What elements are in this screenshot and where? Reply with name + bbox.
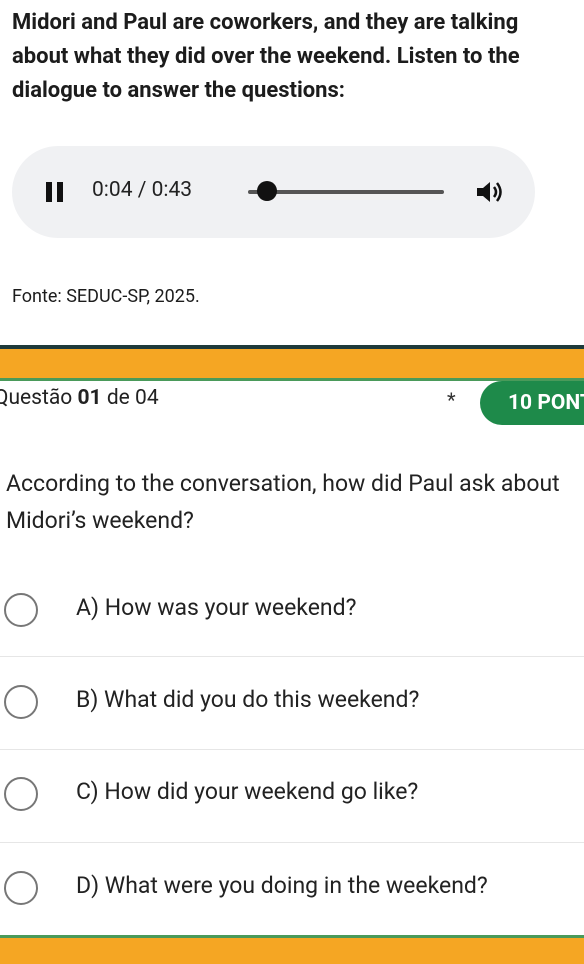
option-label: A) How was your weekend?: [76, 594, 357, 621]
points-badge: 10 PONT: [480, 381, 584, 425]
option-b[interactable]: B) What did you do this weekend?: [0, 660, 584, 752]
question-prefix: Questão: [0, 386, 73, 410]
question-number: 01: [77, 386, 102, 410]
progress-track[interactable]: [248, 190, 444, 194]
option-d[interactable]: D) What were you doing in the weekend?: [0, 846, 584, 938]
question-counter: Questão 01 de 04: [0, 386, 159, 410]
section-divider: [0, 345, 584, 381]
pause-button[interactable]: [46, 182, 64, 202]
footer-band: [0, 935, 584, 964]
source-caption: Fonte: SEDUC-SP, 2025.: [12, 286, 200, 307]
option-a[interactable]: A) How was your weekend?: [0, 568, 584, 660]
intro-text: Midori and Paul are coworkers, and they …: [12, 10, 520, 103]
time-display: 0:04 / 0:43: [92, 178, 193, 202]
audio-player: 0:04 / 0:43: [12, 146, 535, 238]
option-label: D) What were you doing in the weekend?: [76, 872, 488, 899]
option-label: B) What did you do this weekend?: [76, 686, 420, 713]
radio-button[interactable]: [4, 685, 38, 719]
option-separator: [0, 842, 584, 843]
required-asterisk: *: [447, 388, 456, 412]
radio-button[interactable]: [4, 593, 38, 627]
volume-icon[interactable]: [475, 178, 507, 206]
option-separator: [0, 749, 584, 750]
radio-button[interactable]: [4, 871, 38, 905]
option-label: C) How did your weekend go like?: [76, 778, 419, 805]
option-separator: [0, 656, 584, 657]
question-text: According to the conversation, how did P…: [6, 470, 560, 534]
option-c[interactable]: C) How did your weekend go like?: [0, 752, 584, 844]
question-total: de 04: [106, 386, 159, 410]
radio-button[interactable]: [4, 777, 38, 811]
progress-thumb[interactable]: [257, 181, 277, 201]
